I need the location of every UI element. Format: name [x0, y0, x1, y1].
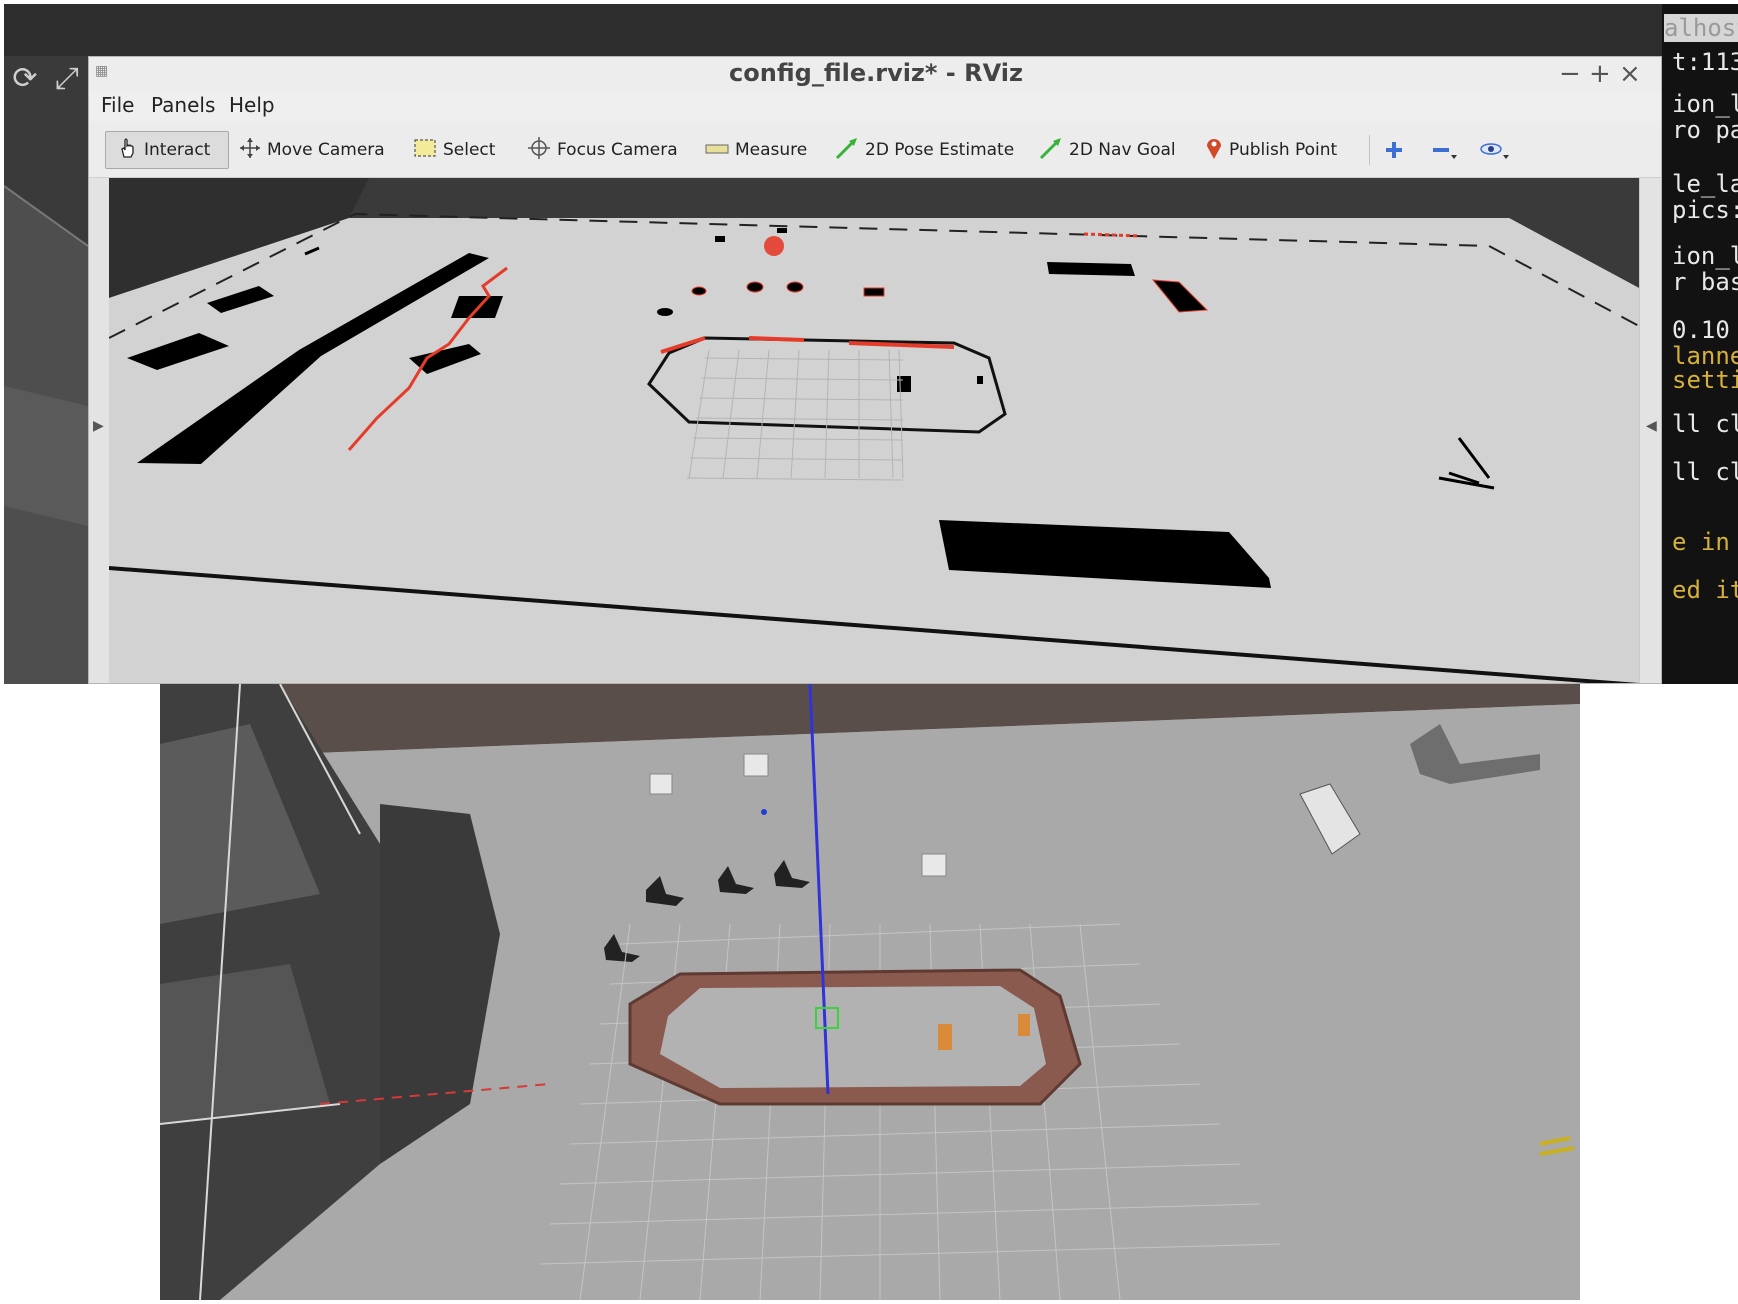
- expand-left-icon[interactable]: ▶: [93, 418, 104, 434]
- desktop-top-bar: [4, 4, 1738, 56]
- eye-icon[interactable]: [1479, 131, 1511, 169]
- terminal-line: setti: [1672, 366, 1738, 394]
- tool-label: Move Camera: [267, 140, 385, 160]
- terminal-host-line: alhost:11311: [1664, 14, 1738, 42]
- tool-label: Select: [443, 140, 496, 160]
- expand-right-icon[interactable]: ◀: [1646, 418, 1657, 434]
- terminal-line: ed its: [1672, 576, 1738, 604]
- menu-bar: File Panels Help: [89, 91, 1661, 121]
- menu-panels[interactable]: Panels: [151, 93, 215, 117]
- maximize-button[interactable]: +: [1589, 59, 1611, 89]
- minus-icon[interactable]: [1431, 131, 1459, 169]
- map-pin-icon: [1205, 136, 1223, 165]
- terminal-line: ll cle: [1672, 458, 1738, 486]
- terminal-line: ll cle: [1672, 410, 1738, 438]
- menu-help[interactable]: Help: [229, 93, 275, 117]
- terminal-line: ion_la: [1672, 242, 1738, 270]
- left-panel-collapse[interactable]: ▶: [89, 178, 110, 683]
- plus-icon[interactable]: [1383, 131, 1405, 169]
- tool-label: Publish Point: [1229, 140, 1338, 160]
- terminal-line: r base: [1672, 268, 1738, 296]
- building-partial: [4, 185, 88, 684]
- terminal-line: 0.10: [1672, 316, 1730, 344]
- tool-interact[interactable]: Interact: [105, 131, 229, 169]
- menu-file[interactable]: File: [101, 93, 134, 117]
- tool-label: Interact: [144, 140, 211, 160]
- pose-arrow-icon: [835, 136, 859, 165]
- select-icon: [413, 138, 437, 163]
- fullscreen-icon[interactable]: ⤢: [50, 62, 84, 96]
- tool-label: Focus Camera: [557, 140, 678, 160]
- toolbar: Interact Move Camera Select Focus Camera…: [89, 121, 1661, 178]
- rviz-window[interactable]: ▦ config_file.rviz* - RViz − + × File Pa…: [88, 56, 1662, 684]
- focus-camera-icon: [527, 136, 551, 165]
- move-camera-icon: [239, 137, 261, 164]
- tool-2d-nav-goal[interactable]: 2D Nav Goal: [1039, 131, 1176, 169]
- gazebo-3d-view[interactable]: [160, 684, 1580, 1300]
- tool-label: Measure: [735, 140, 808, 160]
- terminal-line: pics:: [1672, 196, 1738, 224]
- tool-focus-camera[interactable]: Focus Camera: [527, 131, 678, 169]
- tool-publish-point[interactable]: Publish Point: [1205, 131, 1337, 169]
- minimize-button[interactable]: −: [1559, 59, 1581, 89]
- title-bar[interactable]: ▦ config_file.rviz* - RViz − + ×: [89, 57, 1661, 91]
- terminal-line: e in f: [1672, 528, 1738, 556]
- terminal-port-line: t:11311: [1672, 48, 1738, 76]
- hand-icon: [118, 137, 138, 164]
- terminal-window[interactable]: alhost:11311 t:11311 ion_laro parle_layp…: [1662, 4, 1738, 684]
- right-panel-collapse[interactable]: ◀: [1639, 178, 1661, 683]
- gazebo-side-strip: ⟳ ⤢: [4, 56, 88, 684]
- measure-icon: [705, 140, 729, 160]
- gazebo-scene-render: [160, 684, 1580, 1300]
- tool-move-camera[interactable]: Move Camera: [239, 131, 385, 169]
- terminal-line: le_lay: [1672, 170, 1738, 198]
- tool-2d-pose-estimate[interactable]: 2D Pose Estimate: [835, 131, 1014, 169]
- refresh-icon[interactable]: ⟳: [8, 62, 42, 96]
- tool-select[interactable]: Select: [413, 131, 495, 169]
- close-button[interactable]: ×: [1619, 59, 1641, 89]
- terminal-line: ro par: [1672, 116, 1738, 144]
- window-title: config_file.rviz* - RViz: [729, 59, 1023, 87]
- nav-goal-icon: [1039, 136, 1063, 165]
- toolbar-separator: [1369, 135, 1370, 165]
- tool-measure[interactable]: Measure: [705, 131, 807, 169]
- map-render: [109, 178, 1639, 683]
- tool-label: 2D Nav Goal: [1069, 140, 1176, 160]
- terminal-line: ion_la: [1672, 90, 1738, 118]
- tool-label: 2D Pose Estimate: [865, 140, 1015, 160]
- rviz-3d-viewport[interactable]: [109, 178, 1639, 683]
